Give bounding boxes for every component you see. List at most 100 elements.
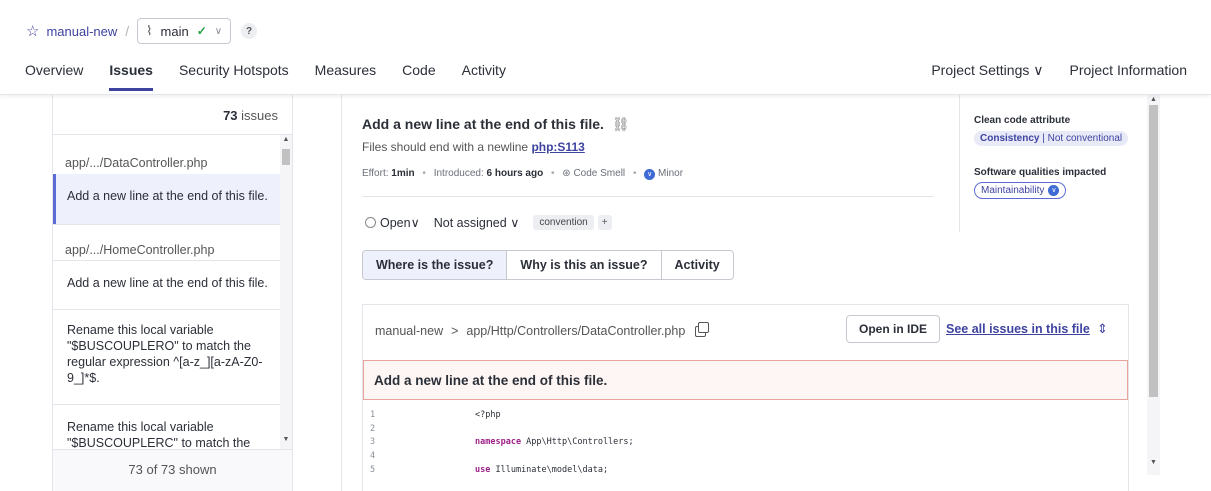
issue-list-panel: 73 issues app/.../DataController.php Add… xyxy=(52,95,293,491)
scroll-down-arrow[interactable]: ▼ xyxy=(1147,459,1160,466)
line-number: 2 xyxy=(370,424,376,434)
file-path: manual-new > app/Http/Controllers/DataCo… xyxy=(375,321,710,338)
scroll-up-arrow[interactable]: ▲ xyxy=(1147,96,1160,103)
tab-why-is-this-an-issue[interactable]: Why is this an issue? xyxy=(507,251,662,279)
code-keyword: namespace xyxy=(475,437,522,447)
issue-severity: Minor xyxy=(658,168,684,179)
scrollbar-thumb[interactable] xyxy=(282,149,290,165)
attribute-category: Consistency xyxy=(980,133,1040,144)
tab-where-is-the-issue[interactable]: Where is the issue? xyxy=(363,251,508,279)
issue-count-label: issues xyxy=(237,108,278,123)
project-information-link[interactable]: Project Information xyxy=(1070,62,1188,79)
issue-attributes: Clean code attribute Consistency | Not c… xyxy=(959,95,1144,232)
tab-overview[interactable]: Overview xyxy=(25,62,83,78)
line-number: 1 xyxy=(370,410,376,420)
code-line: 1 <?php xyxy=(363,410,1128,425)
issue-location-banner: Add a new line at the end of this file. xyxy=(363,360,1128,400)
rule-description: Files should end with a newline php:S113 xyxy=(362,140,585,154)
code-line: 4 xyxy=(363,451,1128,466)
scroll-down-arrow[interactable]: ▼ xyxy=(280,436,292,443)
issue-actions: Open∨ Not assigned ∨ convention + xyxy=(365,215,612,230)
code-text: use Illuminate\model\data; xyxy=(475,465,608,475)
code-line: 3 namespace App\Http\Controllers; xyxy=(363,437,1128,452)
open-in-ide-button[interactable]: Open in IDE xyxy=(846,315,941,343)
star-icon[interactable]: ☆ xyxy=(26,22,39,40)
chevron-down-icon: ∨ xyxy=(510,216,520,230)
issue-title-text: Add a new line at the end of this file. xyxy=(362,116,604,132)
help-icon[interactable]: ? xyxy=(241,23,258,39)
copy-icon[interactable] xyxy=(695,321,710,337)
divider xyxy=(362,196,934,197)
issue-count: 73 issues xyxy=(53,95,292,135)
severity-minor-icon: ∨ xyxy=(1048,185,1060,196)
issue-title: Add a new line at the end of this file. … xyxy=(362,116,630,133)
issue-list[interactable]: app/.../DataController.php Add a new lin… xyxy=(53,135,280,449)
line-number: 5 xyxy=(370,465,376,475)
meta-separator: • xyxy=(632,168,637,179)
assignee-label: Not assigned xyxy=(433,216,507,230)
effort-value: 1min xyxy=(391,168,415,179)
list-item[interactable]: Add a new line at the end of this file. xyxy=(53,174,280,224)
tab-code[interactable]: Code xyxy=(402,62,435,78)
list-item[interactable]: Rename this local variable "$BUSCOUPLERC… xyxy=(53,405,280,449)
tab-issues[interactable]: Issues xyxy=(109,62,153,91)
project-settings-menu[interactable]: Project Settings ∨ xyxy=(931,62,1043,79)
minor-severity-icon: ∨ xyxy=(644,169,656,180)
project-name-link[interactable]: manual-new xyxy=(46,24,117,39)
attribute-detail: Not conventional xyxy=(1047,133,1123,144)
expand-icon[interactable]: ⇕ xyxy=(1097,321,1108,337)
project-nav-right: Project Settings ∨ Project Information xyxy=(931,62,1187,79)
shown-count: 73 of 73 shown xyxy=(53,449,292,491)
see-all-issues-link[interactable]: See all issues in this file xyxy=(946,322,1090,336)
code-rest: Illuminate\model\data; xyxy=(490,465,609,475)
rule-description-text: Files should end with a newline xyxy=(362,140,532,154)
scroll-up-arrow[interactable]: ▲ xyxy=(280,136,292,143)
introduced-label: Introduced: xyxy=(433,168,487,179)
tab-activity[interactable]: Activity xyxy=(662,251,733,279)
breadcrumb-separator: / xyxy=(125,23,130,39)
clean-code-attribute-badge: Consistency | Not conventional xyxy=(974,131,1129,146)
tab-security-hotspots[interactable]: Security Hotspots xyxy=(179,62,289,78)
code-keyword: use xyxy=(475,465,491,475)
maintainability-badge[interactable]: Maintainability ∨ xyxy=(974,182,1067,199)
path-project[interactable]: manual-new xyxy=(375,324,443,338)
file-group-header: app/.../DataController.php xyxy=(65,156,208,170)
effort-label: Effort: xyxy=(362,168,392,179)
branch-icon: ⌇ xyxy=(146,23,153,38)
rule-key-link[interactable]: php:S113 xyxy=(531,140,584,154)
list-item[interactable]: Rename this local variable "$BUSCOUPLERO… xyxy=(53,309,280,404)
top-bar: ☆ manual-new / ⌇ main ✓ ∨ ? Overview Iss… xyxy=(0,0,1211,95)
code-viewer: manual-new > app/Http/Controllers/DataCo… xyxy=(362,304,1129,491)
code-text: namespace App\Http\Controllers; xyxy=(475,437,634,447)
chevron-down-icon: ∨ xyxy=(214,25,223,37)
breadcrumb: ☆ manual-new / ⌇ main ✓ ∨ ? xyxy=(26,18,258,44)
status-radio-icon xyxy=(365,217,376,228)
issue-type: Code Smell xyxy=(573,168,626,179)
branch-selector[interactable]: ⌇ main ✓ ∨ xyxy=(137,18,232,44)
issue-list-scrollbar[interactable]: ▲ ▼ xyxy=(280,135,292,449)
issue-tabs: Where is the issue? Why is this an issue… xyxy=(362,250,734,280)
path-arrow: > xyxy=(451,324,459,338)
assignee-dropdown[interactable]: Not assigned ∨ xyxy=(434,215,520,230)
link-icon[interactable]: ⛓ xyxy=(612,116,630,132)
code-rest: App\Http\Controllers; xyxy=(521,437,634,447)
meta-separator: • xyxy=(422,168,426,179)
tab-activity[interactable]: Activity xyxy=(462,62,506,78)
issue-meta: Effort: 1min • Introduced: 6 hours ago •… xyxy=(362,168,683,180)
list-item[interactable]: Add a new line at the end of this file. xyxy=(53,261,280,309)
tag-convention[interactable]: convention xyxy=(533,215,594,230)
tab-measures[interactable]: Measures xyxy=(315,62,376,78)
scrollbar-thumb[interactable] xyxy=(1149,105,1158,397)
status-label: Open xyxy=(380,216,411,230)
introduced-value: 6 hours ago xyxy=(486,168,544,179)
line-number: 4 xyxy=(370,451,376,461)
status-dropdown[interactable]: Open∨ xyxy=(365,215,420,230)
issue-detail: Add a new line at the end of this file. … xyxy=(341,95,1160,491)
detail-scrollbar[interactable]: ▲ ▼ xyxy=(1147,95,1160,475)
issue-count-number: 73 xyxy=(223,108,238,123)
add-tag-button[interactable]: + xyxy=(597,215,612,230)
path-file: app/Http/Controllers/DataController.php xyxy=(466,324,686,338)
branch-name: main xyxy=(160,23,189,39)
code-text: <?php xyxy=(475,410,501,420)
quality-gate-passed-icon: ✓ xyxy=(196,24,207,38)
